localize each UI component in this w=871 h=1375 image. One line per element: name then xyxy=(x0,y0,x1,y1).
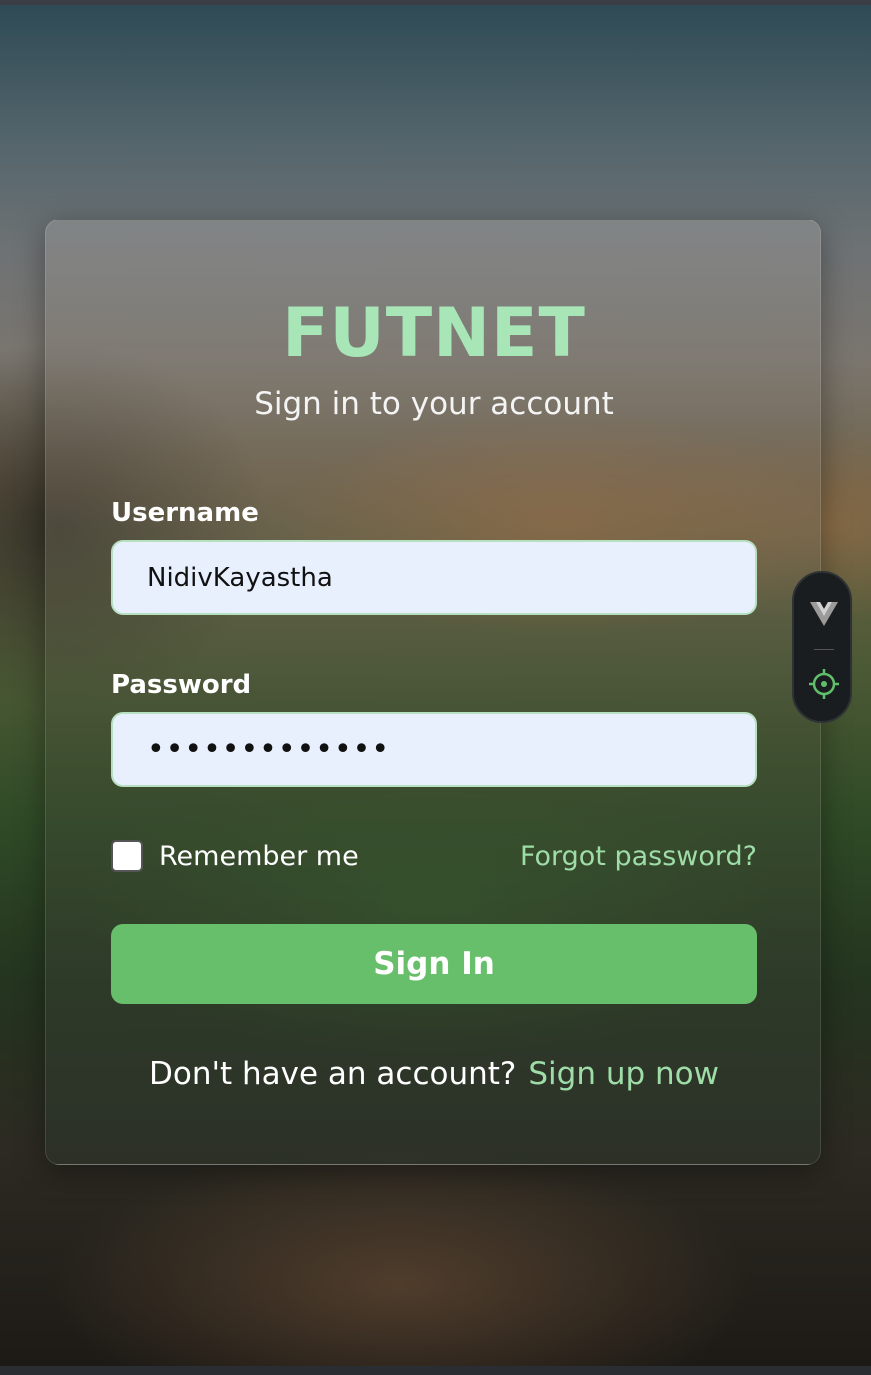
devtools-floating-widget[interactable] xyxy=(792,571,852,723)
vue-devtools-logo-icon[interactable] xyxy=(808,598,840,630)
username-label: Username xyxy=(111,498,259,528)
inspect-target-icon[interactable] xyxy=(808,668,840,700)
signup-prompt-text: Don't have an account? xyxy=(148,1056,517,1092)
remember-me-checkbox[interactable] xyxy=(111,840,143,872)
username-input[interactable]: NidivKayastha xyxy=(111,540,757,615)
forgot-password-link[interactable]: Forgot password? xyxy=(520,840,757,874)
password-label: Password xyxy=(111,670,252,700)
options-row: Remember me Forgot password? xyxy=(111,840,757,874)
page-subtitle: Sign in to your account xyxy=(254,386,614,422)
stadium-background: FUTNET Sign in to your account Username … xyxy=(0,5,871,1366)
brand-title: FUTNET xyxy=(282,294,586,373)
sign-up-link[interactable]: Sign up now xyxy=(528,1056,719,1092)
window-bottom-edge xyxy=(0,1366,871,1375)
remember-me-label[interactable]: Remember me xyxy=(159,840,359,874)
widget-divider xyxy=(814,649,834,650)
sign-in-button[interactable]: Sign In xyxy=(111,924,757,1004)
password-input[interactable]: ••••••••••••• xyxy=(111,712,757,787)
login-card: FUTNET Sign in to your account Username … xyxy=(45,219,821,1165)
signup-prompt: Don't have an account? Sign up now xyxy=(46,1056,822,1092)
